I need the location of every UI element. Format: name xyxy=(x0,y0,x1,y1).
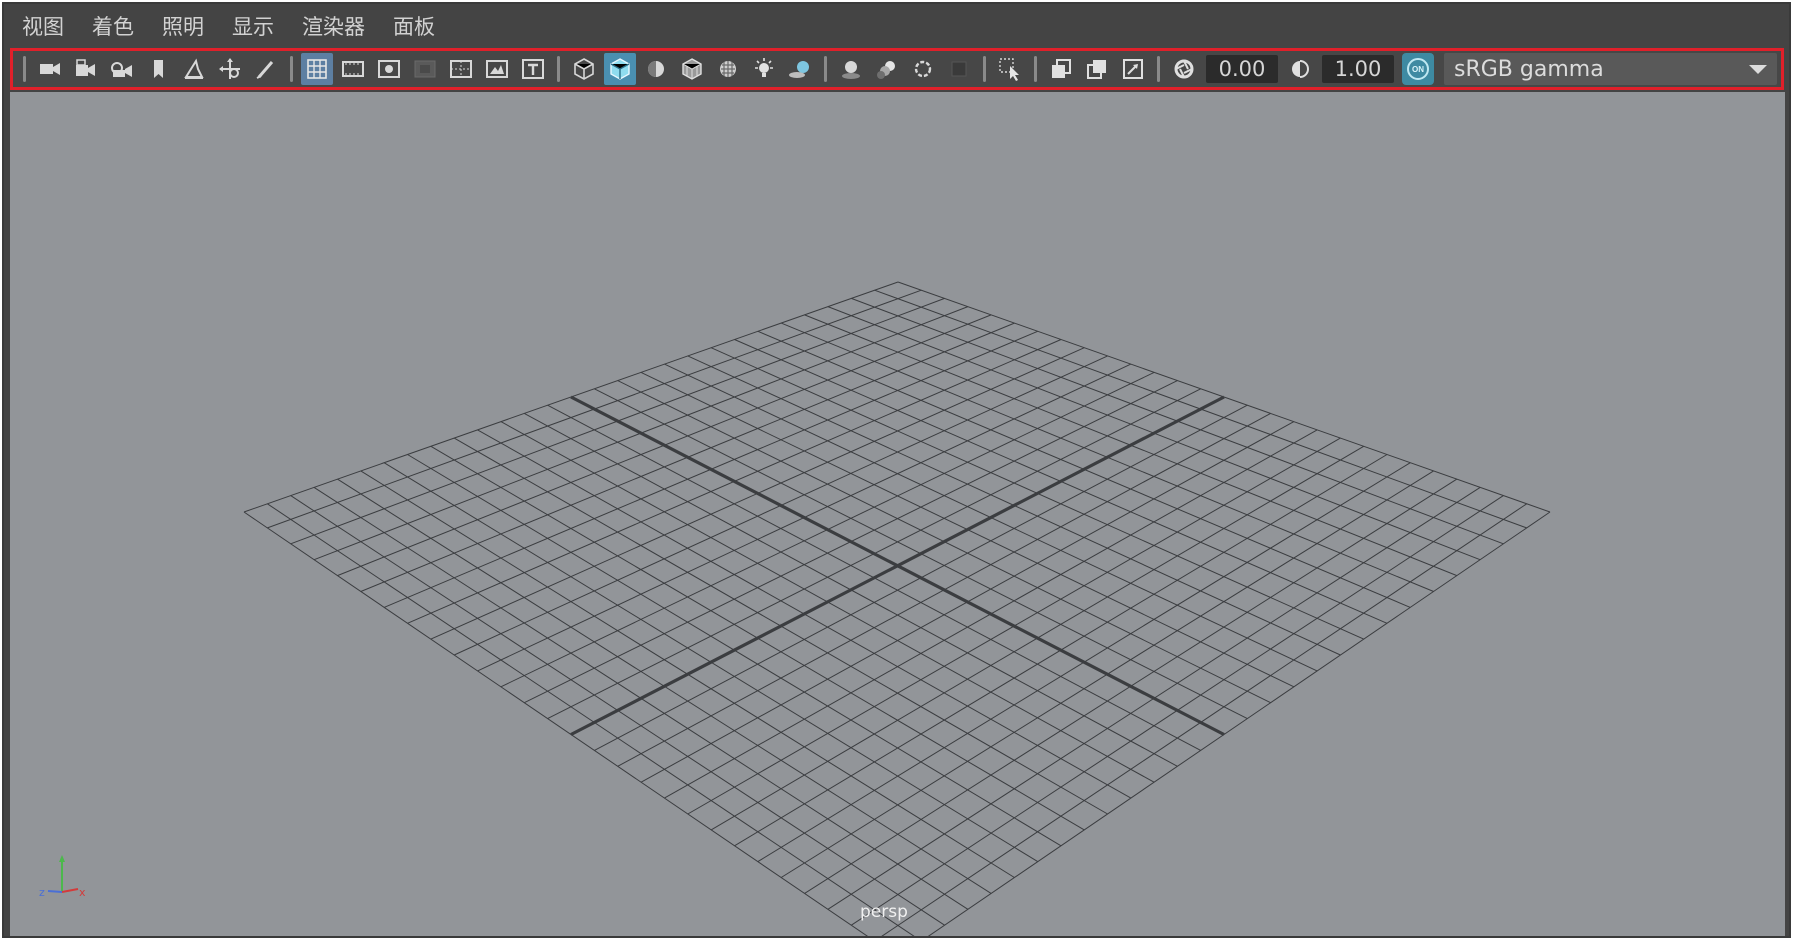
motion-blur-button[interactable] xyxy=(871,53,903,85)
exposure-field[interactable]: 0.00 xyxy=(1206,55,1278,83)
anti-aliasing-button[interactable] xyxy=(907,53,939,85)
panel-menubar: 视图 着色 照明 显示 渲染器 面板 xyxy=(4,4,1789,48)
image-plane-button[interactable] xyxy=(178,53,210,85)
wireframe-on-shaded-button[interactable] xyxy=(676,53,708,85)
menu-view[interactable]: 视图 xyxy=(22,11,64,41)
grid-line xyxy=(243,511,869,936)
lock-camera-button[interactable] xyxy=(106,53,138,85)
isolate-select-icon xyxy=(999,58,1019,81)
grid-line xyxy=(927,511,1551,936)
grease-pencil-button[interactable] xyxy=(250,53,282,85)
xray-icon xyxy=(1052,59,1071,78)
wireframe-button[interactable] xyxy=(568,53,600,85)
3d-viewport[interactable]: x z persp xyxy=(10,92,1785,936)
safe-title-icon xyxy=(522,59,544,79)
shadows-icon xyxy=(789,61,809,78)
safe-action-icon xyxy=(486,60,508,78)
field-chart-button[interactable] xyxy=(445,53,477,85)
grid-line xyxy=(881,503,1527,936)
chevron-down-icon[interactable] xyxy=(1749,64,1767,74)
smooth-shade-button[interactable] xyxy=(604,53,636,85)
2d-pan-zoom-icon xyxy=(219,58,240,79)
ambient-occlusion-button[interactable] xyxy=(835,53,867,85)
gamma-icon xyxy=(1292,60,1309,78)
depth-of-field-button[interactable] xyxy=(943,53,975,85)
film-gate-button[interactable] xyxy=(337,53,369,85)
textured-button[interactable] xyxy=(712,53,744,85)
camera-attributes-button[interactable] xyxy=(70,53,102,85)
bookmark-button[interactable] xyxy=(142,53,174,85)
film-gate-icon xyxy=(342,61,364,77)
xray-button[interactable] xyxy=(1045,53,1077,85)
select-camera-button[interactable] xyxy=(34,53,66,85)
image-plane-icon xyxy=(184,58,204,79)
use-default-material-icon xyxy=(648,61,664,77)
colorspace-value: sRGB gamma xyxy=(1454,56,1604,82)
resolution-gate-icon xyxy=(378,60,400,78)
xray-active-components-icon xyxy=(1087,60,1106,79)
grease-pencil-icon xyxy=(256,61,274,79)
grid-line xyxy=(267,503,915,936)
gate-mask-icon xyxy=(414,60,436,78)
color-management-toggle[interactable]: ON xyxy=(1402,53,1434,85)
color-management-label: ON xyxy=(1407,58,1429,80)
safe-title-button[interactable] xyxy=(517,53,549,85)
smooth-shade-icon xyxy=(610,58,630,80)
grid-center-axes xyxy=(570,395,1225,736)
isolate-select-button[interactable] xyxy=(994,53,1026,85)
panel-window: 视图 着色 照明 显示 渲染器 面板 0.00 1.00 ON sRGB gam… xyxy=(2,2,1791,938)
toolbar-separator xyxy=(1157,56,1160,82)
multisample-aa-icon xyxy=(914,60,932,78)
toolbar-separator xyxy=(290,56,293,82)
camera-attributes-icon xyxy=(76,59,95,76)
wireframe-on-shaded-icon xyxy=(682,58,702,80)
axis-z-label: z xyxy=(39,886,45,899)
menu-panels[interactable]: 面板 xyxy=(393,11,435,41)
toolbar-separator xyxy=(557,56,560,82)
wireframe-icon xyxy=(574,58,594,80)
camera-icon xyxy=(40,63,60,75)
grid-lines xyxy=(243,281,1551,936)
default-material-button[interactable] xyxy=(640,53,672,85)
menu-renderer[interactable]: 渲染器 xyxy=(302,11,365,41)
gamma-field[interactable]: 1.00 xyxy=(1322,55,1394,83)
bookmark-icon xyxy=(154,60,163,78)
xray-active-components-button[interactable] xyxy=(1081,53,1113,85)
2d-pan-zoom-button[interactable] xyxy=(214,53,246,85)
colorspace-dropdown[interactable]: sRGB gamma xyxy=(1444,53,1777,85)
toolbar-separator xyxy=(1034,56,1037,82)
textured-icon xyxy=(720,61,736,77)
shadows-button[interactable] xyxy=(784,53,816,85)
menu-lighting[interactable]: 照明 xyxy=(162,11,204,41)
motion-blur-icon xyxy=(877,61,895,79)
axis-x-label: x xyxy=(79,886,86,899)
grid-icon xyxy=(307,59,327,79)
axis-gizmo-icon: x z xyxy=(39,855,86,899)
lighting-icon xyxy=(755,58,773,77)
lighting-button[interactable] xyxy=(748,53,780,85)
toolbar-separator xyxy=(824,56,827,82)
exposure-icon xyxy=(1174,59,1194,79)
toolbar-separator xyxy=(23,56,26,82)
field-chart-icon xyxy=(450,60,472,78)
resolution-gate-button[interactable] xyxy=(373,53,405,85)
panel-toolbar: 0.00 1.00 ON sRGB gamma xyxy=(10,48,1784,90)
gate-mask-button[interactable] xyxy=(409,53,441,85)
menu-show[interactable]: 显示 xyxy=(232,11,274,41)
xray-joints-icon xyxy=(1123,59,1143,79)
safe-action-button[interactable] xyxy=(481,53,513,85)
toolbar-separator xyxy=(983,56,986,82)
gamma-button[interactable] xyxy=(1284,53,1316,85)
exposure-button[interactable] xyxy=(1168,53,1200,85)
screen-space-ao-icon xyxy=(842,61,860,79)
camera-label: persp xyxy=(860,902,908,922)
axis-gizmo: x z xyxy=(32,847,102,912)
menu-shading[interactable]: 着色 xyxy=(92,11,134,41)
camera-lock-icon xyxy=(111,62,132,77)
depth-of-field-icon xyxy=(951,61,967,77)
grid-toggle-button[interactable] xyxy=(301,53,333,85)
xray-joints-button[interactable] xyxy=(1117,53,1149,85)
ground-grid xyxy=(243,281,1551,936)
